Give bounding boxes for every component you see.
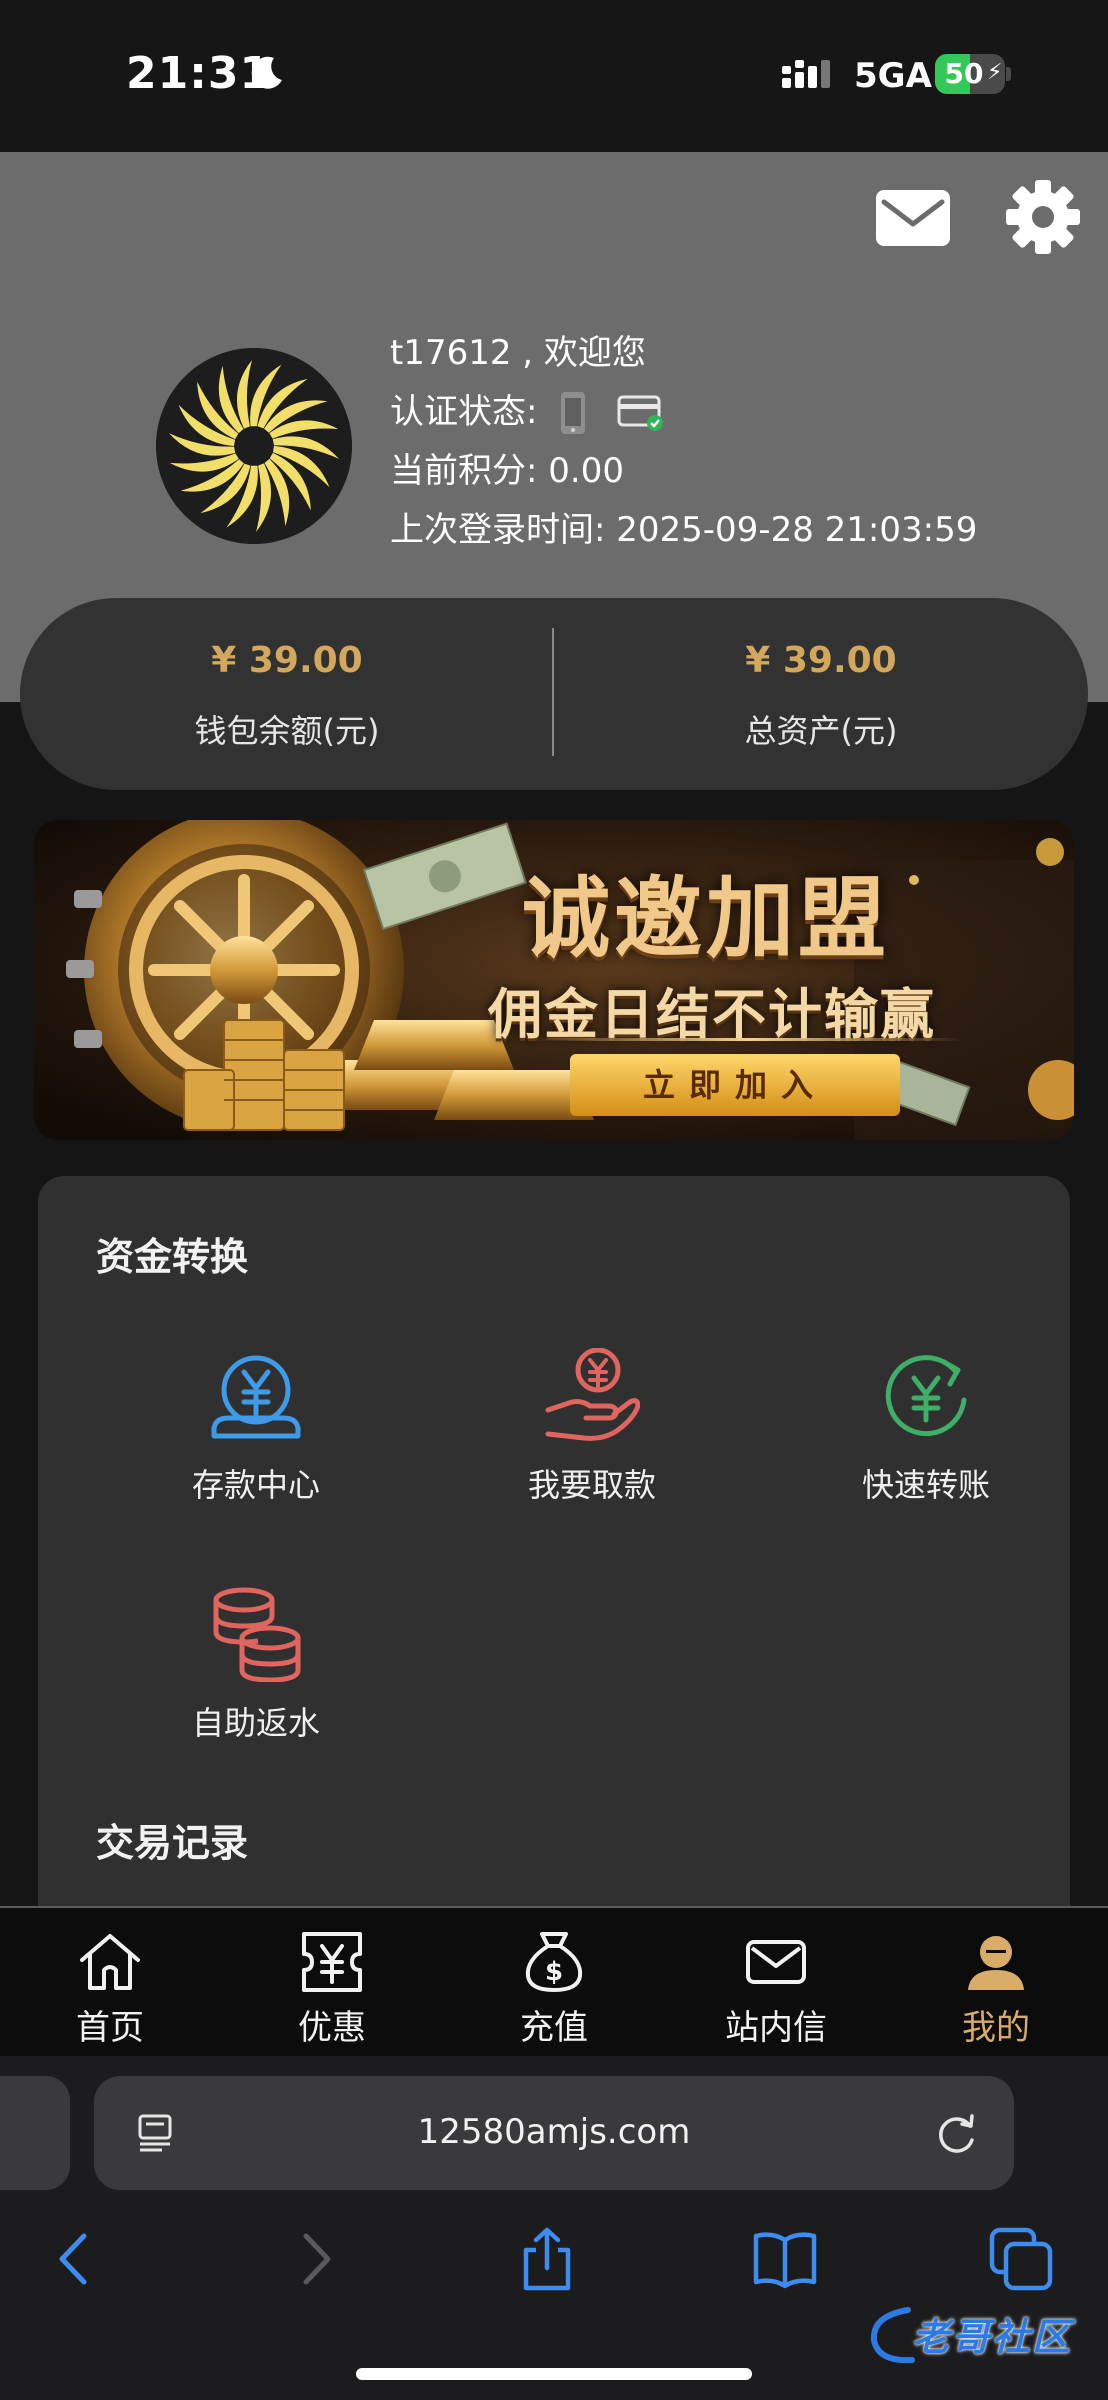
- nav-recharge-label: 充值: [520, 2008, 588, 2048]
- svg-text:$: $: [545, 1957, 563, 1987]
- coins-icon: [213, 1587, 301, 1682]
- back-icon[interactable]: [42, 2226, 108, 2292]
- deposit-icon: [211, 1355, 301, 1439]
- total-amount: ¥ 39.00: [745, 640, 897, 681]
- bank-card-verified-icon: [617, 395, 664, 431]
- nav-recharge[interactable]: $ 充值: [464, 1922, 644, 2052]
- nav-messages[interactable]: 站内信: [686, 1922, 866, 2052]
- rebate-label: 自助返水: [191, 1704, 320, 1742]
- records-title: 交易记录: [96, 1821, 249, 1865]
- money-bag-icon: $: [525, 1932, 583, 1992]
- wallet-balance[interactable]: ¥ 39.00 钱包余额(元): [20, 598, 554, 790]
- withdraw-icon: [545, 1348, 640, 1441]
- watermark-text: 老哥社区: [912, 2315, 1073, 2359]
- battery-icon: 50 ⚡: [935, 54, 1011, 94]
- ticket-icon: [302, 1932, 362, 1992]
- wallet-amount: ¥ 39.00: [211, 640, 363, 681]
- home-indicator: [356, 2368, 752, 2380]
- nav-home[interactable]: 首页: [20, 1922, 200, 2052]
- transfer-icon: [885, 1355, 967, 1437]
- banner-divider: [534, 1038, 964, 1041]
- nav-promotions[interactable]: 优惠: [242, 1922, 422, 2052]
- gear-icon[interactable]: [1004, 178, 1082, 256]
- home-icon: [80, 1934, 140, 1990]
- funds-panel: 资金转换 存款中心 我要取款 快速转账 自助返水 交易记录: [38, 1176, 1070, 1916]
- bottom-nav: 首页 优惠 $ 充值 站内信 我的: [0, 1906, 1108, 2056]
- moon-icon: [251, 56, 282, 89]
- points-text: 当前积分: 0.00: [390, 451, 624, 491]
- battery-percent: 50: [944, 57, 984, 90]
- withdraw-label: 我要取款: [527, 1466, 656, 1504]
- nav-home-label: 首页: [76, 2008, 144, 2048]
- withdraw-button[interactable]: 我要取款: [462, 1348, 722, 1528]
- total-assets[interactable]: ¥ 39.00 总资产(元): [554, 598, 1088, 790]
- transfer-label: 快速转账: [861, 1466, 990, 1504]
- nav-mine-label: 我的: [962, 2008, 1030, 2048]
- mail-icon[interactable]: [874, 188, 952, 248]
- charging-icon: ⚡: [987, 60, 1003, 85]
- signal-icon: [782, 60, 830, 88]
- promo-banner[interactable]: 诚邀加盟 佣金日结不计输赢 立即加入: [34, 820, 1074, 1140]
- funds-title: 资金转换: [96, 1235, 249, 1279]
- banner-cta-button[interactable]: 立即加入: [570, 1054, 900, 1116]
- tabs-icon[interactable]: [988, 2226, 1054, 2292]
- deposit-label: 存款中心: [191, 1466, 320, 1504]
- balance-card: ¥ 39.00 钱包余额(元) ¥ 39.00 总资产(元): [20, 598, 1088, 790]
- watermark: 老哥社区: [868, 2302, 1092, 2366]
- avatar[interactable]: [156, 348, 352, 544]
- user-info: t17612 , 欢迎您 认证状态: 当前积分: 0.00 上次登录时间: 20…: [390, 324, 977, 560]
- status-bar: 21:31 5GA 50 ⚡: [0, 0, 1108, 152]
- forward-icon[interactable]: [282, 2226, 348, 2292]
- nav-mine[interactable]: 我的: [906, 1922, 1086, 2052]
- banner-title: 诚邀加盟: [522, 866, 891, 970]
- greeting: t17612 , 欢迎您: [390, 333, 646, 373]
- previous-tab[interactable]: [0, 2076, 70, 2190]
- deposit-center-button[interactable]: 存款中心: [126, 1348, 386, 1528]
- verify-status: 认证状态:: [390, 383, 977, 442]
- bookmarks-icon[interactable]: [752, 2226, 818, 2292]
- rebate-button[interactable]: 自助返水: [126, 1586, 386, 1766]
- mail-icon: [746, 1940, 806, 1984]
- nav-promotions-label: 优惠: [298, 2008, 366, 2048]
- last-login-text: 上次登录时间: 2025-09-28 21:03:59: [390, 510, 978, 550]
- total-label: 总资产(元): [744, 712, 898, 750]
- address-bar[interactable]: 12580amjs.com: [94, 2076, 1014, 2190]
- verify-label: 认证状态:: [390, 392, 538, 432]
- reload-icon[interactable]: [934, 2110, 980, 2156]
- url-text: 12580amjs.com: [417, 2112, 691, 2152]
- share-icon[interactable]: [514, 2226, 580, 2292]
- quick-transfer-button[interactable]: 快速转账: [796, 1348, 1056, 1528]
- network-label: 5GA: [854, 56, 932, 96]
- wallet-label: 钱包余额(元): [194, 712, 380, 750]
- nav-messages-label: 站内信: [725, 2008, 827, 2048]
- phone-icon: [561, 391, 586, 434]
- user-icon: [968, 1936, 1024, 1990]
